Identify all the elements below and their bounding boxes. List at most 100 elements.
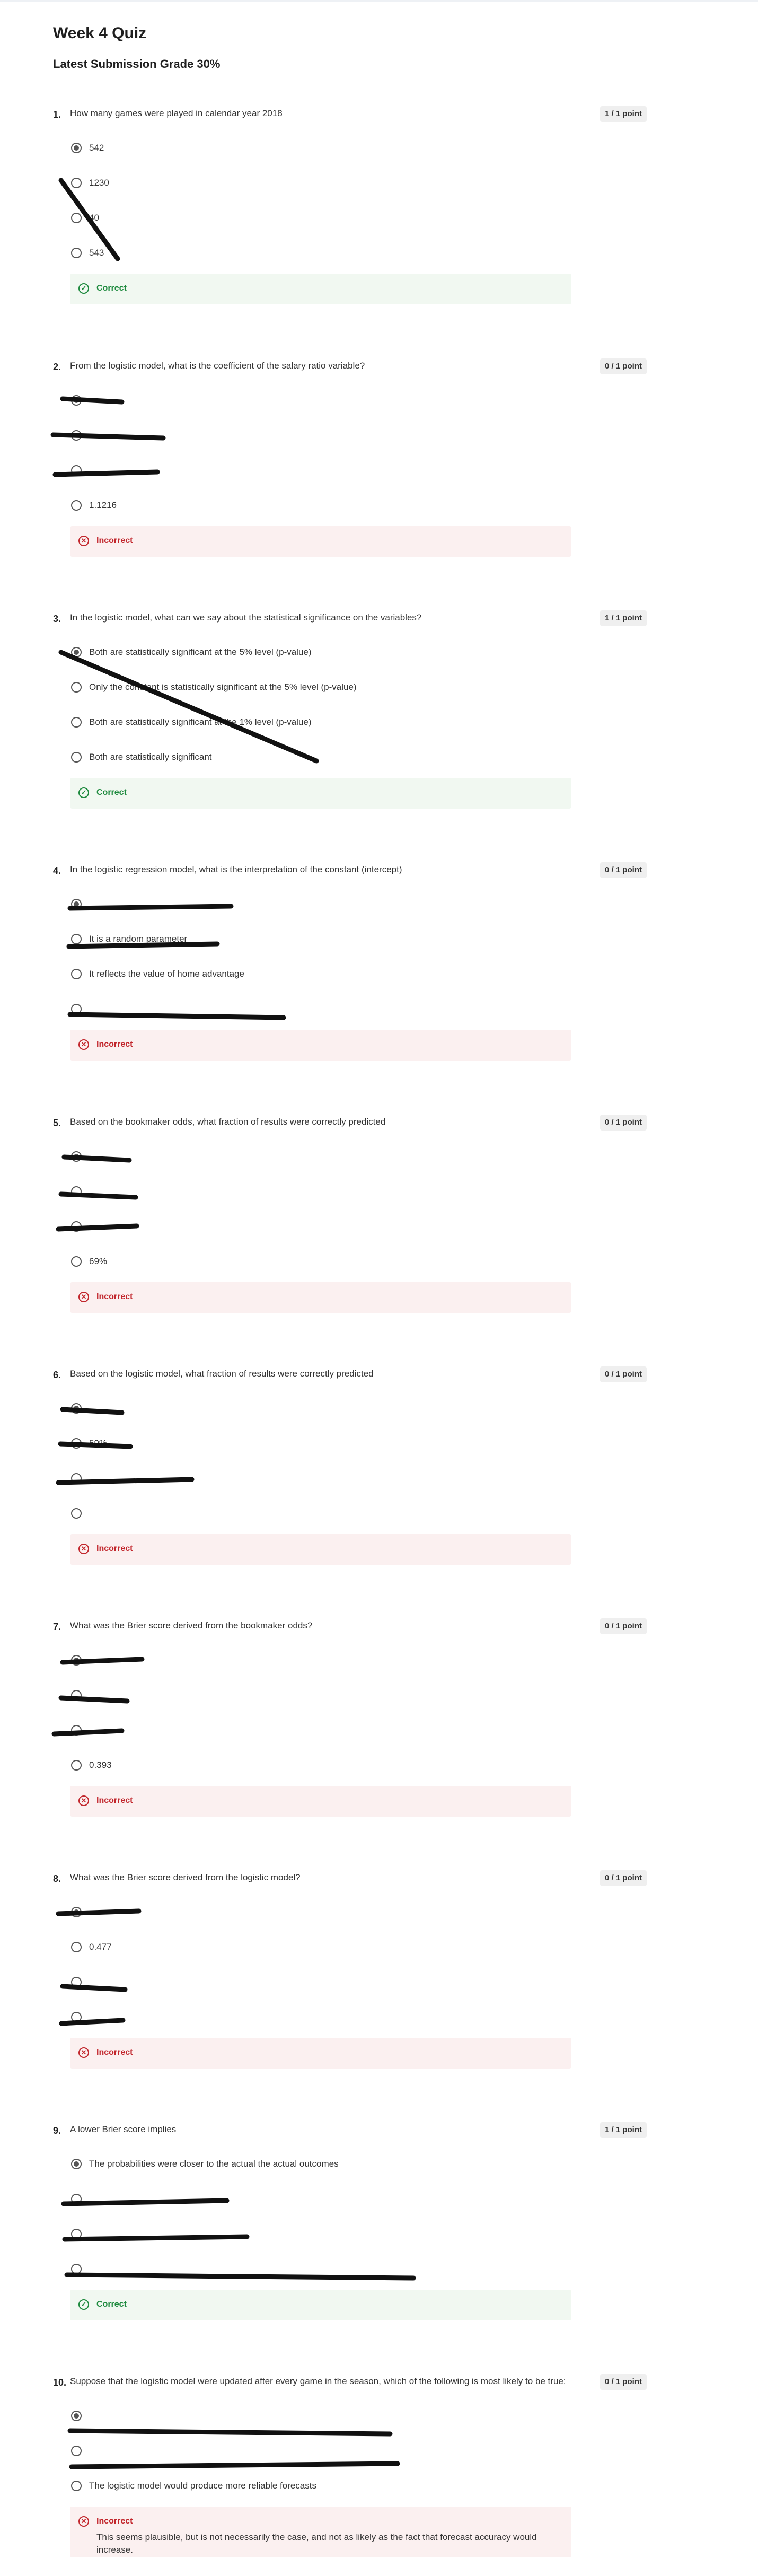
radio-button[interactable] xyxy=(71,2446,82,2456)
answer-option[interactable]: 1.1216 xyxy=(71,498,548,513)
option-label: It is a random parameter xyxy=(89,934,188,944)
answer-option[interactable] xyxy=(71,2409,548,2424)
answer-option[interactable] xyxy=(71,1688,548,1703)
answer-option[interactable]: 543 xyxy=(71,246,548,261)
question-text: How many games were played in calendar y… xyxy=(70,108,283,118)
radio-button[interactable] xyxy=(71,1977,82,1987)
option-label: Both are statistically significant xyxy=(89,752,212,762)
question-header: 6. Based on the logistic model, what frac… xyxy=(53,1366,647,1382)
incorrect-feedback: ✕ Incorrect xyxy=(70,1030,571,1061)
question-4: 4. In the logistic regression model, what… xyxy=(53,862,647,1061)
answer-option[interactable] xyxy=(71,1185,548,1199)
radio-button[interactable] xyxy=(71,465,82,476)
radio-button[interactable] xyxy=(71,1725,82,1736)
answer-option[interactable] xyxy=(71,393,548,408)
answer-option[interactable]: Both are statistically significant xyxy=(71,750,548,765)
question-text: Based on the logistic model, what fracti… xyxy=(70,1369,374,1379)
answer-option[interactable] xyxy=(71,1506,548,1521)
radio-button[interactable] xyxy=(71,2194,82,2204)
radio-button[interactable] xyxy=(71,1151,82,1162)
radio-button[interactable] xyxy=(71,213,82,223)
radio-button[interactable] xyxy=(71,1942,82,1952)
points-badge: 1 / 1 point xyxy=(600,2122,647,2138)
feedback-label: Correct xyxy=(96,2300,127,2309)
points-badge: 0 / 1 point xyxy=(600,358,647,374)
radio-button[interactable] xyxy=(71,2264,82,2274)
radio-button[interactable] xyxy=(71,717,82,728)
question-text: Suppose that the logistic model were upd… xyxy=(70,2376,566,2386)
question-number: 1. xyxy=(53,109,61,120)
radio-button[interactable] xyxy=(71,2012,82,2022)
answer-option[interactable]: It reflects the value of home advantage xyxy=(71,967,548,982)
radio-button[interactable] xyxy=(71,178,82,188)
points-badge: 0 / 1 point xyxy=(600,2374,647,2390)
radio-button[interactable] xyxy=(71,969,82,979)
radio-button[interactable] xyxy=(71,395,82,406)
radio-button[interactable] xyxy=(71,1655,82,1666)
points-badge: 0 / 1 point xyxy=(600,1366,647,1382)
radio-button[interactable] xyxy=(71,2229,82,2239)
answer-option[interactable] xyxy=(71,1220,548,1234)
answer-option[interactable]: 59% xyxy=(71,1436,548,1451)
answer-option[interactable] xyxy=(71,2010,548,2025)
top-border xyxy=(0,0,758,2)
radio-button[interactable] xyxy=(71,143,82,153)
answer-option[interactable] xyxy=(71,1002,548,1017)
radio-button[interactable] xyxy=(71,1256,82,1267)
feedback-label: Incorrect xyxy=(96,1292,133,1301)
radio-button[interactable] xyxy=(71,1907,82,1917)
radio-button[interactable] xyxy=(71,1473,82,1484)
answer-option[interactable]: Only the constant is statistically signi… xyxy=(71,680,548,695)
answer-option[interactable]: 0.393 xyxy=(71,1758,548,1773)
radio-button[interactable] xyxy=(71,934,82,944)
answer-option[interactable]: 69% xyxy=(71,1255,548,1269)
answer-option[interactable] xyxy=(71,428,548,443)
answer-option[interactable] xyxy=(71,1653,548,1668)
answer-option[interactable] xyxy=(71,897,548,912)
radio-button[interactable] xyxy=(71,2411,82,2421)
answer-option[interactable]: 542 xyxy=(71,141,548,156)
answer-option[interactable]: 0.477 xyxy=(71,1940,548,1955)
radio-button[interactable] xyxy=(71,752,82,763)
answer-option[interactable] xyxy=(71,1723,548,1738)
radio-button[interactable] xyxy=(71,248,82,258)
answer-option[interactable] xyxy=(71,2262,548,2277)
answer-option[interactable] xyxy=(71,2192,548,2207)
answer-option[interactable]: The probabilities were closer to the act… xyxy=(71,2157,548,2172)
radio-button[interactable] xyxy=(71,899,82,909)
radio-button[interactable] xyxy=(71,647,82,658)
radio-button[interactable] xyxy=(71,1004,82,1014)
answer-option[interactable]: Both are statistically significant at th… xyxy=(71,715,548,730)
answer-option[interactable] xyxy=(71,1150,548,1164)
radio-button[interactable] xyxy=(71,1221,82,1232)
radio-button[interactable] xyxy=(71,1508,82,1519)
option-label: The logistic model would produce more re… xyxy=(89,2481,316,2491)
radio-button[interactable] xyxy=(71,1760,82,1771)
question-text: What was the Brier score derived from th… xyxy=(70,1620,313,1631)
answer-option[interactable] xyxy=(71,1905,548,1920)
answer-option[interactable] xyxy=(71,2227,548,2242)
radio-button[interactable] xyxy=(71,1690,82,1701)
question-text: What was the Brier score derived from th… xyxy=(70,1872,301,1882)
radio-button[interactable] xyxy=(71,682,82,693)
option-label: Both are statistically significant at th… xyxy=(89,647,312,657)
radio-button[interactable] xyxy=(71,1186,82,1197)
answer-option[interactable]: 1230 xyxy=(71,176,548,191)
answer-option[interactable]: It is a random parameter xyxy=(71,932,548,947)
answer-option[interactable] xyxy=(71,463,548,478)
radio-button[interactable] xyxy=(71,430,82,441)
answer-option[interactable] xyxy=(71,1401,548,1416)
option-label: 543 xyxy=(89,248,104,258)
answer-option[interactable] xyxy=(71,1975,548,1990)
answer-option[interactable] xyxy=(71,2444,548,2459)
answer-option[interactable] xyxy=(71,1471,548,1486)
radio-button[interactable] xyxy=(71,1438,82,1449)
radio-button[interactable] xyxy=(71,2481,82,2491)
answer-option[interactable]: 40 xyxy=(71,211,548,226)
radio-button[interactable] xyxy=(71,500,82,511)
radio-button[interactable] xyxy=(71,1403,82,1414)
answer-option[interactable]: The logistic model would produce more re… xyxy=(71,2479,548,2494)
answer-option[interactable]: Both are statistically significant at th… xyxy=(71,645,548,660)
points-badge: 1 / 1 point xyxy=(600,610,647,626)
radio-button[interactable] xyxy=(71,2159,82,2169)
